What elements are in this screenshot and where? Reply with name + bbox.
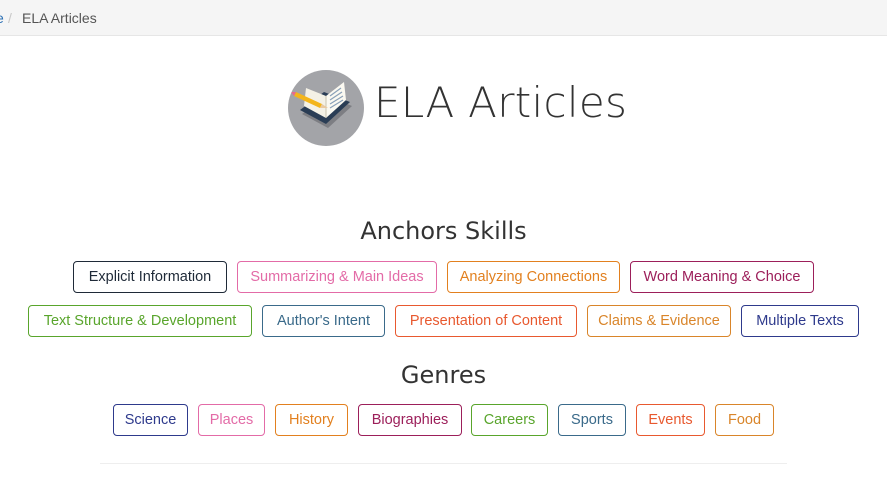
chip-explicit-information[interactable]: Explicit Information	[73, 261, 227, 293]
breadcrumb-separator: /	[8, 10, 12, 26]
chip-analyzing-connections[interactable]: Analyzing Connections	[447, 261, 620, 293]
chip-biographies[interactable]: Biographies	[358, 404, 462, 436]
chip-food[interactable]: Food	[715, 404, 774, 436]
chip-science[interactable]: Science	[113, 404, 188, 436]
page-title: ELA Articles	[374, 78, 628, 127]
chip-multiple-texts[interactable]: Multiple Texts	[741, 305, 859, 337]
chip-history[interactable]: History	[275, 404, 348, 436]
open-book-with-pencil-icon	[288, 70, 364, 146]
chip-text-structure-development[interactable]: Text Structure & Development	[28, 305, 252, 337]
breadcrumb-home-link[interactable]: e	[0, 10, 4, 26]
chip-word-meaning-choice[interactable]: Word Meaning & Choice	[630, 261, 814, 293]
chip-events[interactable]: Events	[636, 404, 705, 436]
chip-sports[interactable]: Sports	[558, 404, 626, 436]
genres-heading: Genres	[400, 361, 487, 389]
chip-places[interactable]: Places	[198, 404, 265, 436]
chip-claims-evidence[interactable]: Claims & Evidence	[587, 305, 731, 337]
chip-summarizing-main-ideas[interactable]: Summarizing & Main Ideas	[237, 261, 437, 293]
anchors-skills-heading: Anchors Skills	[360, 217, 527, 245]
chip-authors-intent[interactable]: Author's Intent	[262, 305, 385, 337]
bottom-divider	[100, 463, 787, 464]
chip-presentation-of-content[interactable]: Presentation of Content	[395, 305, 577, 337]
chip-careers[interactable]: Careers	[471, 404, 548, 436]
breadcrumb-current: ELA Articles	[22, 10, 97, 26]
breadcrumb: e / ELA Articles	[0, 0, 887, 36]
